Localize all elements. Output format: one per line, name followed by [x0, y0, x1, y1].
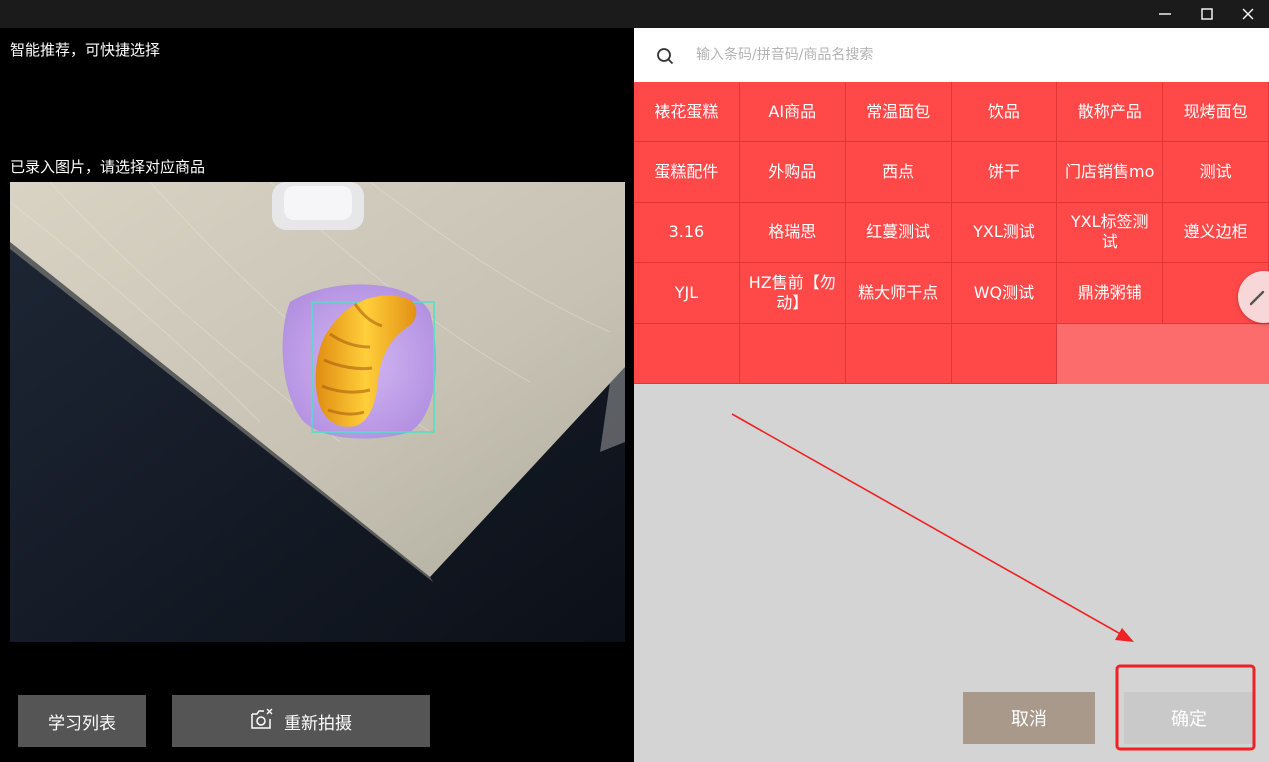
category-cell[interactable]: 糕大师干点: [845, 263, 952, 324]
cancel-button[interactable]: 取消: [963, 692, 1095, 744]
minimize-button[interactable]: [1145, 0, 1185, 28]
category-cell: [951, 323, 1058, 384]
search-bar: [634, 28, 1269, 82]
retake-label: 重新拍摄: [284, 713, 352, 734]
category-cell: [1163, 323, 1269, 384]
category-cell[interactable]: 门店销售mo: [1057, 142, 1164, 203]
captured-photo: [10, 182, 625, 642]
category-cell[interactable]: 外购品: [739, 142, 846, 203]
category-cell[interactable]: 裱花蛋糕: [634, 82, 740, 143]
category-cell[interactable]: 西点: [845, 142, 952, 203]
category-cell[interactable]: YXL标签测试: [1057, 202, 1164, 264]
search-input[interactable]: [696, 42, 1236, 68]
category-cell[interactable]: WQ测试: [951, 263, 1058, 324]
close-button[interactable]: [1228, 0, 1268, 28]
category-cell: [845, 323, 952, 384]
category-cell[interactable]: YJL: [634, 263, 740, 324]
category-cell[interactable]: 饮品: [951, 82, 1058, 143]
category-cell[interactable]: 3.16: [634, 202, 740, 264]
category-cell: [634, 323, 740, 384]
learn-list-button[interactable]: 学习列表: [18, 695, 146, 747]
title-bar: [0, 0, 1269, 28]
search-icon: [656, 47, 674, 69]
photo-drawing: [10, 182, 625, 642]
category-cell[interactable]: 现烤面包: [1163, 82, 1269, 143]
category-cell[interactable]: 鼎沸粥铺: [1057, 263, 1164, 324]
category-cell: [1057, 323, 1164, 384]
category-cell: [739, 323, 846, 384]
category-cell[interactable]: 常温面包: [845, 82, 952, 143]
recommend-hint: 智能推荐，可快捷选择: [10, 41, 161, 59]
category-cell[interactable]: 饼干: [951, 142, 1058, 203]
minimize-icon: [1159, 13, 1171, 15]
category-cell[interactable]: AI商品: [739, 82, 846, 143]
category-cell[interactable]: YXL测试: [951, 202, 1058, 264]
captured-hint: 已录入图片，请选择对应商品: [10, 158, 206, 176]
category-grid: 裱花蛋糕 AI商品 常温面包 饮品 散称产品 现烤面包蛋糕配件 外购品 西点 饼干 门店销售mo 测…: [634, 82, 1269, 384]
retake-button[interactable]: 重新拍摄: [172, 695, 430, 747]
category-cell[interactable]: 蛋糕配件: [634, 142, 740, 203]
cancel-label: 取消: [1011, 709, 1047, 730]
category-cell[interactable]: 遵义边柜: [1163, 202, 1269, 264]
category-cell[interactable]: 红蔓测试: [845, 202, 952, 264]
right-pane: 裱花蛋糕AI商品常温面包饮品散称产品现烤面包蛋糕配件外购品西点饼干门店销售mo测…: [634, 28, 1269, 762]
maximize-button[interactable]: [1187, 0, 1227, 28]
category-cell[interactable]: 散称产品: [1057, 82, 1164, 143]
left-pane: 智能推荐，可快捷选择 已录入图片，请选择对应商品 学习列表 重新拍摄: [0, 28, 634, 762]
camera-icon: [250, 708, 274, 735]
category-cell[interactable]: HZ售前【勿动】: [739, 263, 846, 324]
category-cell[interactable]: 格瑞思: [739, 202, 846, 264]
learn-list-label: 学习列表: [48, 713, 116, 734]
confirm-label: 确定: [1171, 709, 1207, 730]
maximize-icon: [1201, 8, 1213, 20]
pencil-icon: [1249, 290, 1265, 306]
close-icon: [1242, 8, 1254, 20]
confirm-button[interactable]: 确定: [1124, 692, 1254, 744]
category-cell[interactable]: 测试: [1163, 142, 1269, 203]
